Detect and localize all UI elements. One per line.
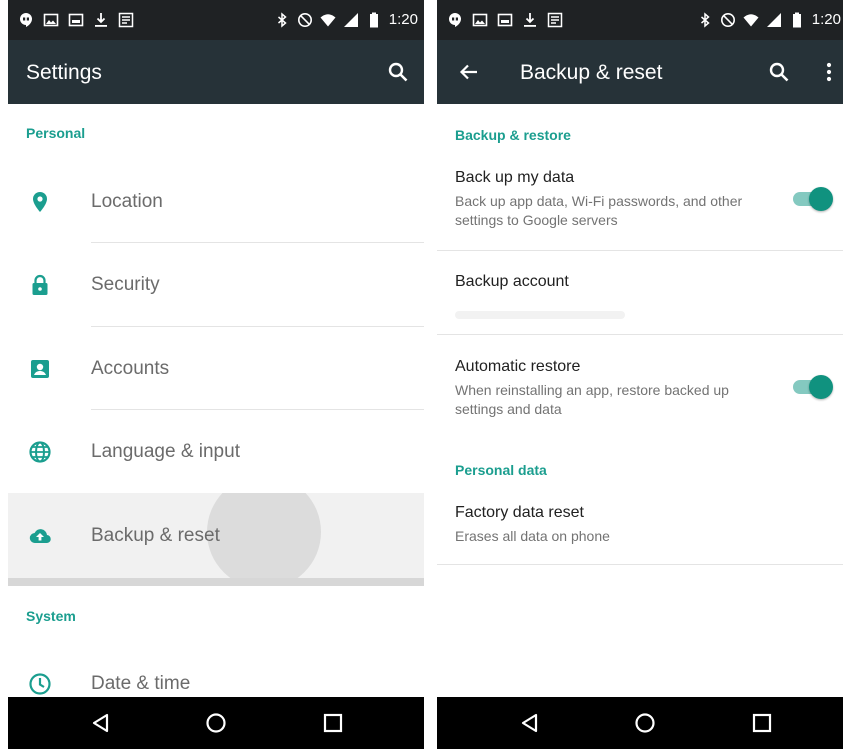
notification-icons: [18, 12, 134, 28]
globe-icon: [29, 441, 51, 463]
settings-item-accounts[interactable]: Accounts: [8, 327, 424, 409]
bluetooth-icon: [277, 12, 287, 28]
download-icon: [524, 13, 536, 27]
section-header-backup-restore: Backup & restore: [455, 127, 571, 143]
status-time: 1:20: [388, 11, 418, 28]
settings-item-security[interactable]: Security: [8, 243, 424, 326]
recents-nav-icon[interactable]: [320, 710, 346, 736]
system-status-icons: 1:20: [274, 11, 418, 29]
clock-icon: [29, 673, 51, 695]
back-nav-icon[interactable]: [88, 710, 114, 736]
battery-icon: [792, 12, 801, 28]
setting-backup-account[interactable]: Backup account: [437, 251, 843, 334]
settings-item-language-input[interactable]: Language & input: [8, 410, 424, 492]
section-header-personal-data: Personal data: [455, 462, 547, 478]
automatic-restore-toggle[interactable]: [793, 374, 833, 399]
page-title: Backup & reset: [520, 61, 663, 84]
setting-back-up-my-data[interactable]: Back up my data Back up app data, Wi-Fi …: [437, 158, 843, 250]
settings-item-label: Security: [91, 274, 160, 295]
app-bar: Backup & reset: [437, 40, 843, 104]
screenshot-icon: [68, 13, 84, 27]
notification-icons: [447, 12, 563, 28]
section-separator: [8, 578, 424, 586]
navigation-bar: [437, 697, 843, 749]
overflow-menu-icon[interactable]: [817, 60, 841, 84]
home-nav-icon[interactable]: [632, 710, 658, 736]
screenshot-icon: [497, 13, 513, 27]
lock-icon: [32, 274, 48, 295]
toggle-thumb: [809, 375, 833, 399]
cloud-upload-icon: [29, 529, 51, 544]
setting-summary: When reinstalling an app, restore backed…: [455, 382, 729, 417]
setting-title: Backup account: [455, 273, 569, 290]
back-nav-icon[interactable]: [517, 710, 543, 736]
settings-screen: 1:20 Settings Personal Location Security…: [8, 0, 424, 749]
system-status-icons: 1:20: [697, 11, 841, 29]
hangouts-icon: [20, 13, 32, 27]
download-icon: [95, 13, 107, 27]
location-pin-icon: [33, 192, 47, 212]
section-header-system: System: [26, 608, 76, 624]
setting-summary: Erases all data on phone: [455, 528, 610, 544]
search-icon[interactable]: [767, 60, 791, 84]
settings-item-label: Accounts: [91, 358, 170, 379]
cell-signal-icon: [766, 13, 781, 27]
settings-item-label: Language & input: [91, 441, 240, 462]
status-time: 1:20: [811, 11, 841, 28]
setting-title: Factory data reset: [455, 504, 584, 521]
settings-item-label: Backup & reset: [91, 525, 220, 546]
bluetooth-icon: [700, 12, 710, 28]
app-bar: Settings: [8, 40, 424, 104]
redacted-account: [455, 311, 625, 319]
backup-reset-screen: 1:20 Backup & reset Backup & restore Bac…: [437, 0, 843, 749]
setting-factory-data-reset[interactable]: Factory data reset Erases all data on ph…: [437, 492, 843, 564]
hangouts-icon: [449, 13, 461, 27]
cell-signal-icon: [343, 13, 358, 27]
app-update-icon: [118, 12, 134, 28]
wifi-icon: [743, 14, 759, 27]
touch-ripple: [207, 493, 321, 578]
setting-summary: Back up app data, Wi-Fi passwords, and o…: [455, 193, 743, 228]
gallery-icon: [472, 13, 488, 27]
navigation-bar: [8, 697, 424, 749]
status-bar: 1:20: [437, 0, 843, 40]
search-icon[interactable]: [386, 60, 410, 84]
recents-nav-icon[interactable]: [749, 710, 775, 736]
account-box-icon: [31, 360, 49, 378]
page-title: Settings: [26, 61, 102, 84]
status-bar: 1:20: [8, 0, 424, 40]
home-nav-icon[interactable]: [203, 710, 229, 736]
settings-item-label: Date & time: [91, 673, 191, 694]
app-update-icon: [547, 12, 563, 28]
do-not-disturb-icon: [297, 13, 312, 27]
settings-item-backup-reset[interactable]: Backup & reset: [8, 493, 424, 578]
settings-item-location[interactable]: Location: [8, 159, 424, 243]
back-up-toggle[interactable]: [793, 186, 833, 211]
gallery-icon: [43, 13, 59, 27]
back-arrow-icon[interactable]: [457, 60, 481, 84]
wifi-icon: [320, 14, 336, 27]
settings-item-label: Location: [91, 191, 163, 212]
do-not-disturb-icon: [720, 13, 735, 27]
setting-title: Automatic restore: [455, 358, 581, 375]
section-header-personal: Personal: [26, 125, 86, 141]
settings-item-date-time[interactable]: Date & time: [8, 645, 424, 697]
battery-icon: [369, 12, 378, 28]
setting-automatic-restore[interactable]: Automatic restore When reinstalling an a…: [437, 335, 843, 445]
setting-title: Back up my data: [455, 169, 575, 186]
toggle-thumb: [809, 187, 833, 211]
divider: [437, 564, 843, 565]
